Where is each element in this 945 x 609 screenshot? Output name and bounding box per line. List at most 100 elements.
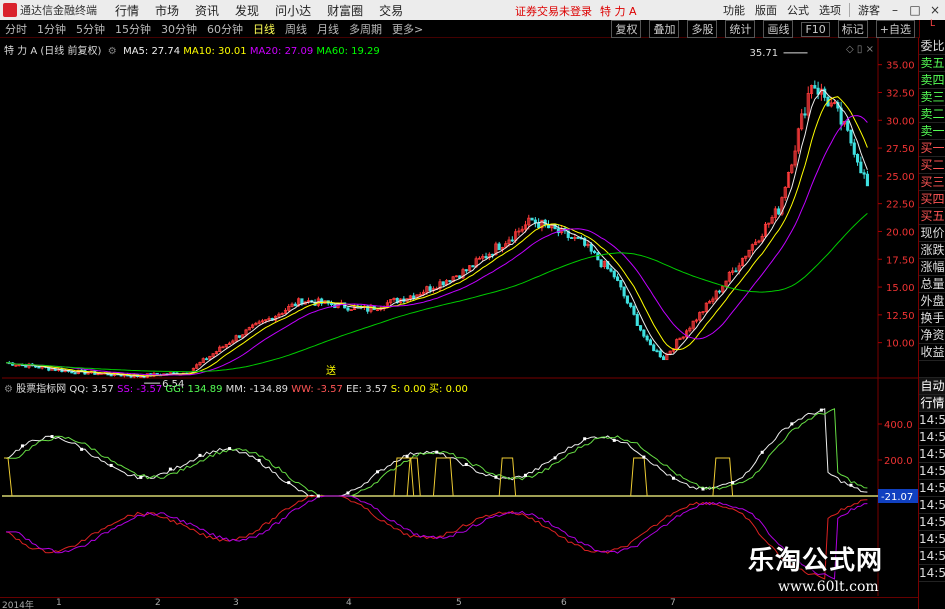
signal-pulse [712, 457, 734, 497]
divider [849, 3, 850, 17]
quote-panel-item[interactable]: 涨跌 [919, 242, 945, 259]
signal-pulse [393, 457, 415, 497]
quote-panel-item[interactable]: 卖二 [919, 106, 945, 123]
quote-panel-item[interactable]: 卖三 [919, 89, 945, 106]
menu-discover[interactable]: 发现 [235, 2, 259, 19]
menu-options[interactable]: 选项 [819, 2, 841, 18]
quote-panel-item[interactable]: 自动 [919, 378, 945, 395]
period-more[interactable]: 更多> [392, 21, 423, 37]
quote-panel-item[interactable]: 外盘 [919, 293, 945, 310]
price-tick-label: 25.00 [886, 172, 915, 183]
tool-mark[interactable]: 标记 [837, 20, 868, 38]
menu-news[interactable]: 资讯 [195, 2, 219, 19]
candle-body [109, 374, 113, 377]
tool-adjust[interactable]: 复权 [611, 20, 642, 38]
candle-body [599, 259, 603, 268]
candle-body [329, 302, 334, 306]
period-weekly[interactable]: 周线 [285, 21, 307, 37]
tool-draw[interactable]: 画线 [763, 20, 794, 38]
period-bar: 分时 1分钟 5分钟 15分钟 30分钟 60分钟 日线 周线 月线 多周期 更… [0, 20, 945, 38]
quote-panel-item[interactable]: 委比 [919, 38, 945, 55]
user-label[interactable]: 游客 [858, 2, 880, 18]
minimize-icon[interactable]: – [888, 4, 902, 16]
close-icon[interactable]: × [928, 4, 942, 16]
quote-panel-item[interactable]: 14:50 [919, 531, 945, 548]
candle-body [846, 120, 850, 131]
qq-point [109, 463, 113, 467]
candle-body [205, 358, 209, 361]
quote-panel-item[interactable]: 涨幅 [919, 259, 945, 276]
menu-market[interactable]: 市场 [155, 2, 179, 19]
candle-body [428, 286, 432, 291]
tool-stats[interactable]: 统计 [725, 20, 756, 38]
menu-ask[interactable]: 问小达 [275, 2, 311, 19]
period-1min[interactable]: 1分钟 [37, 21, 66, 37]
maximize-icon[interactable]: □ [908, 4, 922, 16]
price-tick-label: 10.00 [886, 339, 915, 350]
period-tick[interactable]: 分时 [5, 21, 27, 37]
quote-panel-item[interactable]: 行情 [919, 395, 945, 412]
quote-panel-item[interactable]: 买四 [919, 191, 945, 208]
quote-panel-item[interactable]: 换手 [919, 310, 945, 327]
quote-panel-item[interactable]: 买二 [919, 157, 945, 174]
period-60min[interactable]: 60分钟 [207, 21, 243, 37]
chart-area[interactable]: 35.00 32.50 30.00 27.50 25.00 22.50 20.00 17.50… [0, 38, 918, 609]
qq-point [701, 487, 705, 491]
menu-wealth[interactable]: 财富圈 [327, 2, 363, 19]
menu-function[interactable]: 功能 [723, 2, 745, 18]
quote-panel-item[interactable]: 14:50 [919, 412, 945, 429]
indicator-gear-icon[interactable]: ⚙ [4, 384, 13, 395]
quote-panel-item[interactable]: 净资 [919, 327, 945, 344]
period-daily[interactable]: 日线 [253, 21, 275, 37]
login-status[interactable]: 证券交易未登录 [515, 5, 592, 18]
current-value-label: -21.07 [881, 492, 913, 503]
tool-multi-stock[interactable]: 多股 [687, 20, 718, 38]
qq-point [523, 473, 527, 477]
settings-icon[interactable]: ⚙ [105, 46, 120, 57]
period-15min[interactable]: 15分钟 [115, 21, 151, 37]
quote-panel-item[interactable]: 14:50 [919, 548, 945, 565]
expand-icon[interactable]: ▯ [857, 44, 863, 55]
quote-panel-item[interactable]: 收益 [919, 344, 945, 361]
quote-panel-item[interactable]: 14:50 [919, 497, 945, 514]
qq-point [168, 467, 172, 471]
period-monthly[interactable]: 月线 [317, 21, 339, 37]
quote-panel-item[interactable]: 总量 [919, 276, 945, 293]
quote-panel-item[interactable]: 14:50 [919, 565, 945, 582]
tool-f10[interactable]: F10 [801, 21, 830, 37]
quote-panel-item[interactable]: 14:50 [919, 480, 945, 497]
qq-point [731, 481, 735, 485]
menu-layout[interactable]: 版面 [755, 2, 777, 18]
quote-panel-item[interactable]: 14:50 [919, 514, 945, 531]
period-multi[interactable]: 多周期 [349, 21, 382, 37]
quote-panel: 委比 卖五 卖四 卖三 卖二 卖一 买一 买二 买三 买四 买五 现价 涨跌 涨幅 总量 外盘 换手 净资 收益自动… [918, 38, 945, 609]
quote-panel-item[interactable]: 现价 [919, 225, 945, 242]
quote-panel-item[interactable]: 14:50 [919, 429, 945, 446]
quote-panel-item[interactable]: 14:50 [919, 463, 945, 480]
qq-point [80, 447, 84, 451]
quote-panel-item[interactable] [919, 361, 945, 378]
quote-panel-item[interactable]: 买三 [919, 174, 945, 191]
event-marker: 送 [326, 364, 336, 377]
menu-quotes[interactable]: 行情 [115, 2, 139, 19]
quote-panel-item[interactable]: 卖一 [919, 123, 945, 140]
diamond-icon[interactable]: ◇ [846, 44, 854, 55]
quote-panel-item[interactable]: 买一 [919, 140, 945, 157]
tool-watchlist[interactable]: +自选 [875, 20, 915, 38]
period-30min[interactable]: 30分钟 [161, 21, 197, 37]
ma5-label: MA5: 27.74 [123, 46, 181, 57]
menu-trade[interactable]: 交易 [379, 2, 403, 19]
corner-toggle[interactable]: L [919, 20, 945, 38]
quote-panel-item[interactable]: 卖五 [919, 55, 945, 72]
main-legend: 特 力 A (日线 前复权) ⚙ MA5: 27.74 MA10: 30.01 … [4, 42, 380, 57]
menu-formula[interactable]: 公式 [787, 2, 809, 18]
candle-body [652, 344, 656, 352]
quote-panel-item[interactable]: 14:50 [919, 446, 945, 463]
close-icon[interactable]: × [866, 44, 874, 55]
quote-panel-item[interactable]: 卖四 [919, 72, 945, 89]
signal-pulse [432, 457, 454, 497]
tool-overlay[interactable]: 叠加 [649, 20, 680, 38]
quote-panel-item[interactable]: 买五 [919, 208, 945, 225]
period-5min[interactable]: 5分钟 [76, 21, 105, 37]
kline-chart[interactable]: 35.00 32.50 30.00 27.50 25.00 22.50 20.00 17.50… [0, 38, 918, 609]
